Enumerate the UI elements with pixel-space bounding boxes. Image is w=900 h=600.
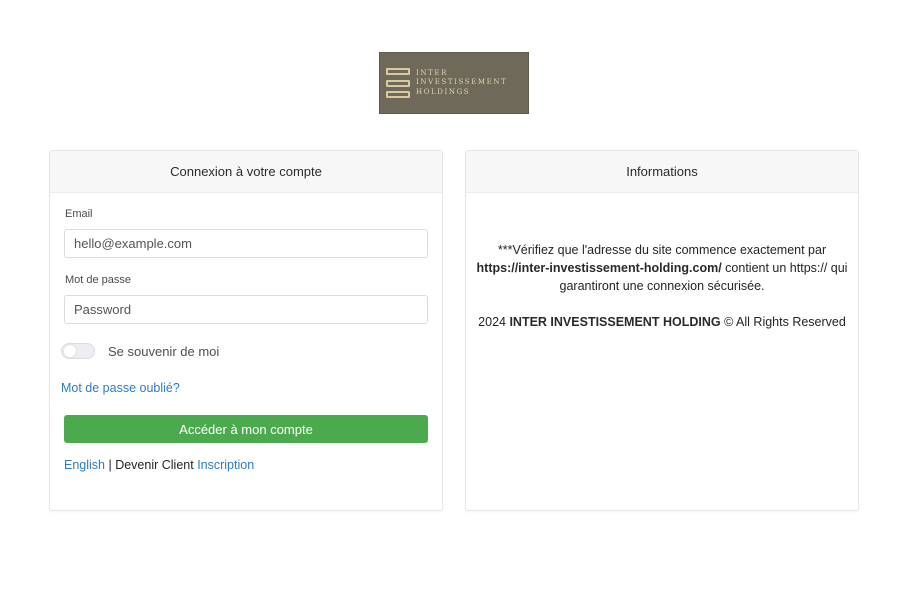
logo-mark-icon bbox=[386, 68, 410, 98]
copyright-suffix: © All Rights Reserved bbox=[720, 315, 846, 329]
email-field[interactable] bbox=[64, 229, 428, 258]
copyright: 2024 INTER INVESTISSEMENT HOLDING © All … bbox=[466, 313, 858, 331]
forgot-password-link[interactable]: Mot de passe oublié? bbox=[61, 381, 180, 395]
english-language-link[interactable]: English bbox=[64, 458, 105, 472]
become-client-text: Devenir Client bbox=[115, 458, 198, 472]
logo-line-2: INVESTISSEMENT bbox=[416, 78, 508, 87]
login-card: Connexion à votre compte Email Mot de pa… bbox=[49, 150, 443, 511]
company-name: INTER INVESTISSEMENT HOLDING bbox=[509, 315, 721, 329]
remember-me-toggle[interactable] bbox=[61, 343, 95, 359]
logo-line-1: INTER bbox=[416, 68, 448, 77]
info-card: Informations ***Vérifiez que l'adresse d… bbox=[465, 150, 859, 511]
login-submit-button[interactable]: Accéder à mon compte bbox=[64, 415, 428, 443]
footer-separator: | bbox=[105, 458, 116, 472]
warning-prefix: ***Vérifiez que l'adresse du site commen… bbox=[497, 243, 827, 257]
password-label: Mot de passe bbox=[65, 274, 132, 286]
email-label: Email bbox=[65, 208, 93, 220]
site-url: https://inter-investissement-holding.com… bbox=[476, 261, 722, 275]
login-card-title: Connexion à votre compte bbox=[50, 151, 442, 193]
login-footer-links: English | Devenir Client Inscription bbox=[64, 458, 254, 472]
remember-me-label: Se souvenir de moi bbox=[108, 343, 220, 359]
remember-me-row: Se souvenir de moi bbox=[61, 343, 219, 359]
password-field[interactable] bbox=[64, 295, 428, 324]
logo-text: INTER INVESTISSEMENT HOLDINGS bbox=[416, 69, 507, 98]
security-warning: ***Vérifiez que l'adresse du site commen… bbox=[466, 241, 858, 295]
info-body: ***Vérifiez que l'adresse du site commen… bbox=[466, 241, 858, 349]
company-logo: INTER INVESTISSEMENT HOLDINGS bbox=[379, 52, 529, 114]
logo-line-3: HOLDINGS bbox=[416, 87, 471, 96]
signup-link[interactable]: Inscription bbox=[197, 458, 254, 472]
copyright-year: 2024 bbox=[478, 315, 510, 329]
info-card-title: Informations bbox=[466, 151, 858, 193]
